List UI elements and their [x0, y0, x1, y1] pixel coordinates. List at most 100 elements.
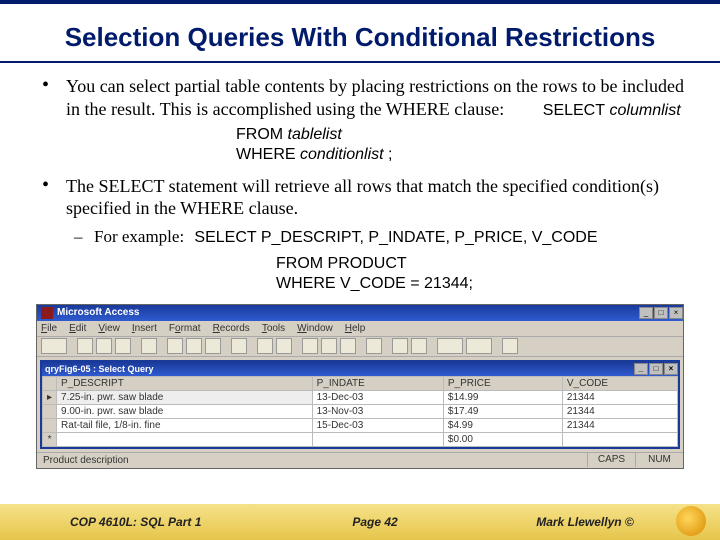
sql-inline-param: columnlist — [610, 102, 681, 119]
toolbar — [37, 337, 683, 357]
cell[interactable]: 9.00-in. pwr. saw blade — [57, 404, 313, 418]
ucf-logo-icon — [676, 506, 706, 536]
window-buttons: _□× — [638, 307, 683, 319]
menu-window[interactable]: Window — [297, 321, 333, 336]
row-header-corner — [43, 376, 57, 390]
sql-block-1: FROM tablelist WHERE conditionlist ; — [236, 125, 684, 165]
menu-records[interactable]: Records — [213, 321, 250, 336]
paste-icon[interactable] — [205, 338, 221, 354]
copy-icon[interactable] — [186, 338, 202, 354]
menu-view[interactable]: View — [98, 321, 120, 336]
sql-inline-keyword: SELECT — [543, 102, 605, 119]
undo-icon[interactable] — [231, 338, 247, 354]
query-titlebar: qryFig6-05 : Select Query _□× — [42, 362, 678, 376]
cell[interactable]: $4.99 — [443, 418, 562, 432]
table-row: ▸ 7.25-in. pwr. saw blade 13-Dec-03 $14.… — [43, 390, 678, 404]
cell[interactable]: Rat-tail file, 1/8-in. fine — [57, 418, 313, 432]
col-descript[interactable]: P_DESCRIPT — [57, 376, 313, 390]
cell[interactable]: 15-Dec-03 — [312, 418, 443, 432]
view-dropdown-button[interactable] — [41, 338, 67, 354]
menu-tools[interactable]: Tools — [262, 321, 285, 336]
find-icon[interactable] — [366, 338, 382, 354]
menu-edit[interactable]: Edit — [69, 321, 86, 336]
sql-where-line: WHERE conditionlist ; — [236, 145, 684, 165]
bullet-2-text: The SELECT statement will retrieve all r… — [66, 176, 659, 219]
sort-asc-icon[interactable] — [257, 338, 273, 354]
cell[interactable]: 21344 — [562, 418, 677, 432]
menu-help[interactable]: Help — [345, 321, 366, 336]
cell[interactable]: 13-Dec-03 — [312, 390, 443, 404]
row-selector-new[interactable]: * — [43, 432, 57, 446]
menu-file[interactable]: File — [41, 321, 57, 336]
minimize-button[interactable]: _ — [639, 307, 653, 319]
db-window-button[interactable] — [437, 338, 463, 354]
row-selector[interactable] — [43, 418, 57, 432]
table-row: Rat-tail file, 1/8-in. fine 15-Dec-03 $4… — [43, 418, 678, 432]
slide-title: Selection Queries With Conditional Restr… — [0, 4, 720, 63]
filter-icon[interactable] — [302, 338, 318, 354]
cell[interactable] — [312, 432, 443, 446]
table-row: 9.00-in. pwr. saw blade 13-Nov-03 $17.49… — [43, 404, 678, 418]
query-title-text: qryFig6-05 : Select Query — [45, 364, 154, 374]
cell[interactable]: $0.00 — [443, 432, 562, 446]
footer-page: Page 42 — [300, 515, 450, 529]
cut-icon[interactable] — [167, 338, 183, 354]
query-minimize-button[interactable]: _ — [634, 363, 648, 375]
example-sql-from: FROM PRODUCT — [276, 254, 684, 274]
query-close-button[interactable]: × — [664, 363, 678, 375]
footer-bar: COP 4610L: SQL Part 1 Page 42 Mark Llewe… — [0, 504, 720, 540]
close-button[interactable]: × — [669, 307, 683, 319]
app-title-text: Microsoft Access — [57, 307, 638, 318]
sub-bullet: For example: SELECT P_DESCRIPT, P_INDATE… — [66, 226, 684, 248]
query-window: qryFig6-05 : Select Query _□× P_DESCRIPT… — [40, 360, 680, 449]
print-icon[interactable] — [96, 338, 112, 354]
spelling-icon[interactable] — [141, 338, 157, 354]
menu-insert[interactable]: Insert — [132, 321, 157, 336]
query-maximize-button[interactable]: □ — [649, 363, 663, 375]
cell[interactable]: 21344 — [562, 404, 677, 418]
content-area: You can select partial table contents by… — [0, 63, 720, 294]
status-text: Product description — [37, 455, 587, 466]
cell[interactable]: $14.99 — [443, 390, 562, 404]
cell[interactable] — [562, 432, 677, 446]
row-selector[interactable] — [43, 404, 57, 418]
results-table: P_DESCRIPT P_INDATE P_PRICE V_CODE ▸ 7.2… — [42, 376, 678, 447]
filter-form-icon[interactable] — [321, 338, 337, 354]
status-num: NUM — [635, 453, 683, 467]
access-key-icon — [41, 307, 53, 319]
footer-course: COP 4610L: SQL Part 1 — [0, 515, 300, 529]
status-caps: CAPS — [587, 453, 635, 467]
example-sql-block: FROM PRODUCT WHERE V_CODE = 21344; — [276, 254, 684, 294]
table-header-row: P_DESCRIPT P_INDATE P_PRICE V_CODE — [43, 376, 678, 390]
sub-label: For example: — [94, 227, 184, 246]
sort-desc-icon[interactable] — [276, 338, 292, 354]
row-selector-current[interactable]: ▸ — [43, 390, 57, 404]
new-record-icon[interactable] — [392, 338, 408, 354]
new-object-button[interactable] — [466, 338, 492, 354]
example-sql-where: WHERE V_CODE = 21344; — [276, 274, 684, 294]
table-row: * $0.00 — [43, 432, 678, 446]
help-icon[interactable] — [502, 338, 518, 354]
cell[interactable]: $17.49 — [443, 404, 562, 418]
apply-filter-icon[interactable] — [340, 338, 356, 354]
bullet-2: The SELECT statement will retrieve all r… — [36, 175, 684, 294]
status-bar: Product description CAPS NUM — [37, 452, 683, 468]
cell[interactable]: 7.25-in. pwr. saw blade — [57, 390, 313, 404]
sql-from-line: FROM tablelist — [236, 125, 684, 145]
app-titlebar: Microsoft Access _□× — [37, 305, 683, 321]
preview-icon[interactable] — [115, 338, 131, 354]
col-indate[interactable]: P_INDATE — [312, 376, 443, 390]
save-icon[interactable] — [77, 338, 93, 354]
cell[interactable]: 21344 — [562, 390, 677, 404]
col-price[interactable]: P_PRICE — [443, 376, 562, 390]
menu-format[interactable]: Format — [169, 321, 201, 336]
menu-bar: File Edit View Insert Format Records Too… — [37, 321, 683, 337]
delete-record-icon[interactable] — [411, 338, 427, 354]
col-vcode[interactable]: V_CODE — [562, 376, 677, 390]
cell[interactable] — [57, 432, 313, 446]
access-screenshot: Microsoft Access _□× File Edit View Inse… — [36, 304, 684, 469]
maximize-button[interactable]: □ — [654, 307, 668, 319]
slide: Selection Queries With Conditional Restr… — [0, 0, 720, 540]
bullet-1: You can select partial table contents by… — [36, 75, 684, 165]
cell[interactable]: 13-Nov-03 — [312, 404, 443, 418]
